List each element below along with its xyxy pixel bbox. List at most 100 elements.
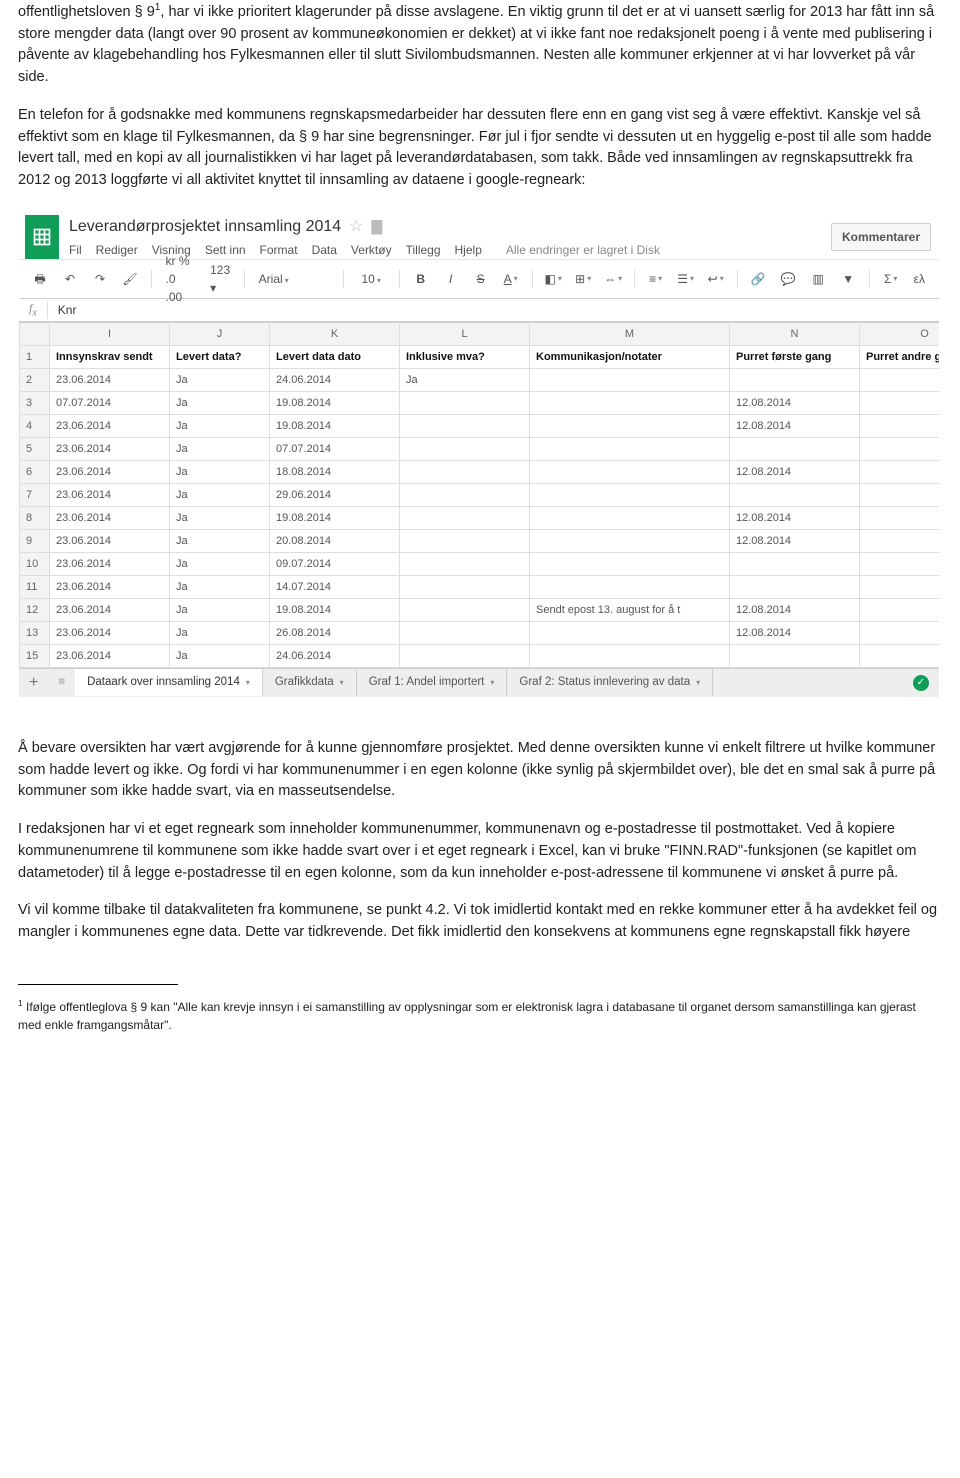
cell[interactable]	[730, 437, 860, 460]
cell[interactable]: 23.06.2014	[50, 598, 170, 621]
cell[interactable]	[400, 644, 530, 667]
cell[interactable]	[860, 437, 941, 460]
cell[interactable]: Ja	[170, 437, 270, 460]
print-icon[interactable]: 🖶	[27, 267, 53, 291]
sheet-tab-3[interactable]: Graf 2: Status innlevering av data▾	[507, 669, 713, 696]
cell[interactable]	[530, 414, 730, 437]
menu-hjelp[interactable]: Hjelp	[455, 241, 482, 259]
cell[interactable]: 12.08.2014	[730, 506, 860, 529]
menu-data[interactable]: Data	[312, 241, 337, 259]
row-num[interactable]: 8	[20, 506, 50, 529]
cell[interactable]: 19.08.2014	[270, 598, 400, 621]
all-sheets-menu[interactable]: ≡	[48, 674, 75, 691]
folder-icon[interactable]: ▇	[372, 216, 383, 237]
cell[interactable]: 23.06.2014	[50, 483, 170, 506]
cell[interactable]: Ja	[170, 598, 270, 621]
sheet-tab-2[interactable]: Graf 1: Andel importert▾	[357, 669, 508, 696]
cell[interactable]: Ja	[170, 391, 270, 414]
menu-fil[interactable]: Fil	[69, 241, 82, 259]
cell[interactable]: 12.08.2014	[730, 598, 860, 621]
cell[interactable]: 19.08.2014	[270, 506, 400, 529]
cell[interactable]: 12.08.2014	[730, 414, 860, 437]
cell[interactable]	[860, 621, 941, 644]
cell[interactable]	[860, 598, 941, 621]
cell[interactable]	[730, 368, 860, 391]
cell[interactable]	[400, 391, 530, 414]
filter-icon[interactable]: ▼	[835, 267, 861, 291]
number-format[interactable]: kr % .0 .00	[160, 250, 201, 308]
cell[interactable]	[530, 575, 730, 598]
cell[interactable]: 23.06.2014	[50, 437, 170, 460]
header-mva[interactable]: Inklusive mva?	[400, 345, 530, 368]
menu-tillegg[interactable]: Tillegg	[406, 241, 441, 259]
comments-button[interactable]: Kommentarer	[831, 223, 931, 251]
header-levertdata[interactable]: Levert data?	[170, 345, 270, 368]
script-lang[interactable]: ελ	[908, 268, 931, 290]
zoom-select[interactable]: 123 ▾	[204, 259, 236, 299]
cell[interactable]	[400, 437, 530, 460]
row-num[interactable]: 4	[20, 414, 50, 437]
borders-icon[interactable]: ⊞▾	[570, 267, 596, 291]
table-row[interactable]: 1223.06.2014Ja19.08.2014Sendt epost 13. …	[20, 598, 941, 621]
row-num[interactable]: 1	[20, 345, 50, 368]
row-num[interactable]: 3	[20, 391, 50, 414]
col-M[interactable]: M	[530, 322, 730, 345]
cell[interactable]	[860, 575, 941, 598]
cell[interactable]	[530, 506, 730, 529]
col-N[interactable]: N	[730, 322, 860, 345]
cell[interactable]: Sendt epost 13. august for å t	[530, 598, 730, 621]
cell[interactable]	[530, 644, 730, 667]
cell[interactable]	[730, 644, 860, 667]
cell[interactable]: 09.07.2014	[270, 552, 400, 575]
col-J[interactable]: J	[170, 322, 270, 345]
cell[interactable]	[530, 368, 730, 391]
cell[interactable]: Ja	[170, 368, 270, 391]
cell[interactable]	[860, 506, 941, 529]
wrap-icon[interactable]: ↩▾	[703, 267, 729, 291]
cell[interactable]	[860, 460, 941, 483]
cell[interactable]: 23.06.2014	[50, 552, 170, 575]
cell[interactable]	[730, 575, 860, 598]
cell[interactable]	[860, 644, 941, 667]
cell[interactable]	[530, 391, 730, 414]
cell[interactable]	[530, 621, 730, 644]
menu-settinn[interactable]: Sett inn	[205, 241, 246, 259]
cell[interactable]: Ja	[170, 621, 270, 644]
header-purret2[interactable]: Purret andre gang	[860, 345, 941, 368]
cell[interactable]: Ja	[400, 368, 530, 391]
table-row[interactable]: 523.06.2014Ja07.07.2014	[20, 437, 941, 460]
star-icon[interactable]: ☆	[349, 215, 363, 239]
cell[interactable]	[400, 575, 530, 598]
cell[interactable]: 07.07.2014	[50, 391, 170, 414]
header-levertdato[interactable]: Levert data dato	[270, 345, 400, 368]
chart-icon[interactable]: ▥	[805, 267, 831, 291]
formula-value[interactable]: Knr	[48, 301, 87, 319]
cell[interactable]: 23.06.2014	[50, 506, 170, 529]
cell[interactable]: Ja	[170, 506, 270, 529]
row-num[interactable]: 15	[20, 644, 50, 667]
cell[interactable]	[860, 552, 941, 575]
table-row[interactable]: 1123.06.2014Ja14.07.2014	[20, 575, 941, 598]
header-komm[interactable]: Kommunikasjon/notater	[530, 345, 730, 368]
cell[interactable]	[400, 506, 530, 529]
cell[interactable]: 12.08.2014	[730, 460, 860, 483]
row-num[interactable]: 11	[20, 575, 50, 598]
row-col-corner[interactable]	[20, 322, 50, 345]
row-num[interactable]: 7	[20, 483, 50, 506]
cell[interactable]: 12.08.2014	[730, 529, 860, 552]
italic-icon[interactable]: I	[438, 267, 464, 291]
valign-icon[interactable]: ☰▾	[673, 267, 699, 291]
table-header-row[interactable]: 1 Innsynskrav sendt Levert data? Levert …	[20, 345, 941, 368]
cell[interactable]: 19.08.2014	[270, 414, 400, 437]
cell[interactable]: 24.06.2014	[270, 644, 400, 667]
doc-title[interactable]: Leverandørprosjektet innsamling 2014	[69, 215, 341, 239]
col-L[interactable]: L	[400, 322, 530, 345]
row-num[interactable]: 2	[20, 368, 50, 391]
cell[interactable]: 23.06.2014	[50, 644, 170, 667]
cell[interactable]: Ja	[170, 483, 270, 506]
cell[interactable]	[860, 391, 941, 414]
cell[interactable]: Ja	[170, 414, 270, 437]
cell[interactable]	[400, 529, 530, 552]
cell[interactable]: 18.08.2014	[270, 460, 400, 483]
cell[interactable]: 19.08.2014	[270, 391, 400, 414]
